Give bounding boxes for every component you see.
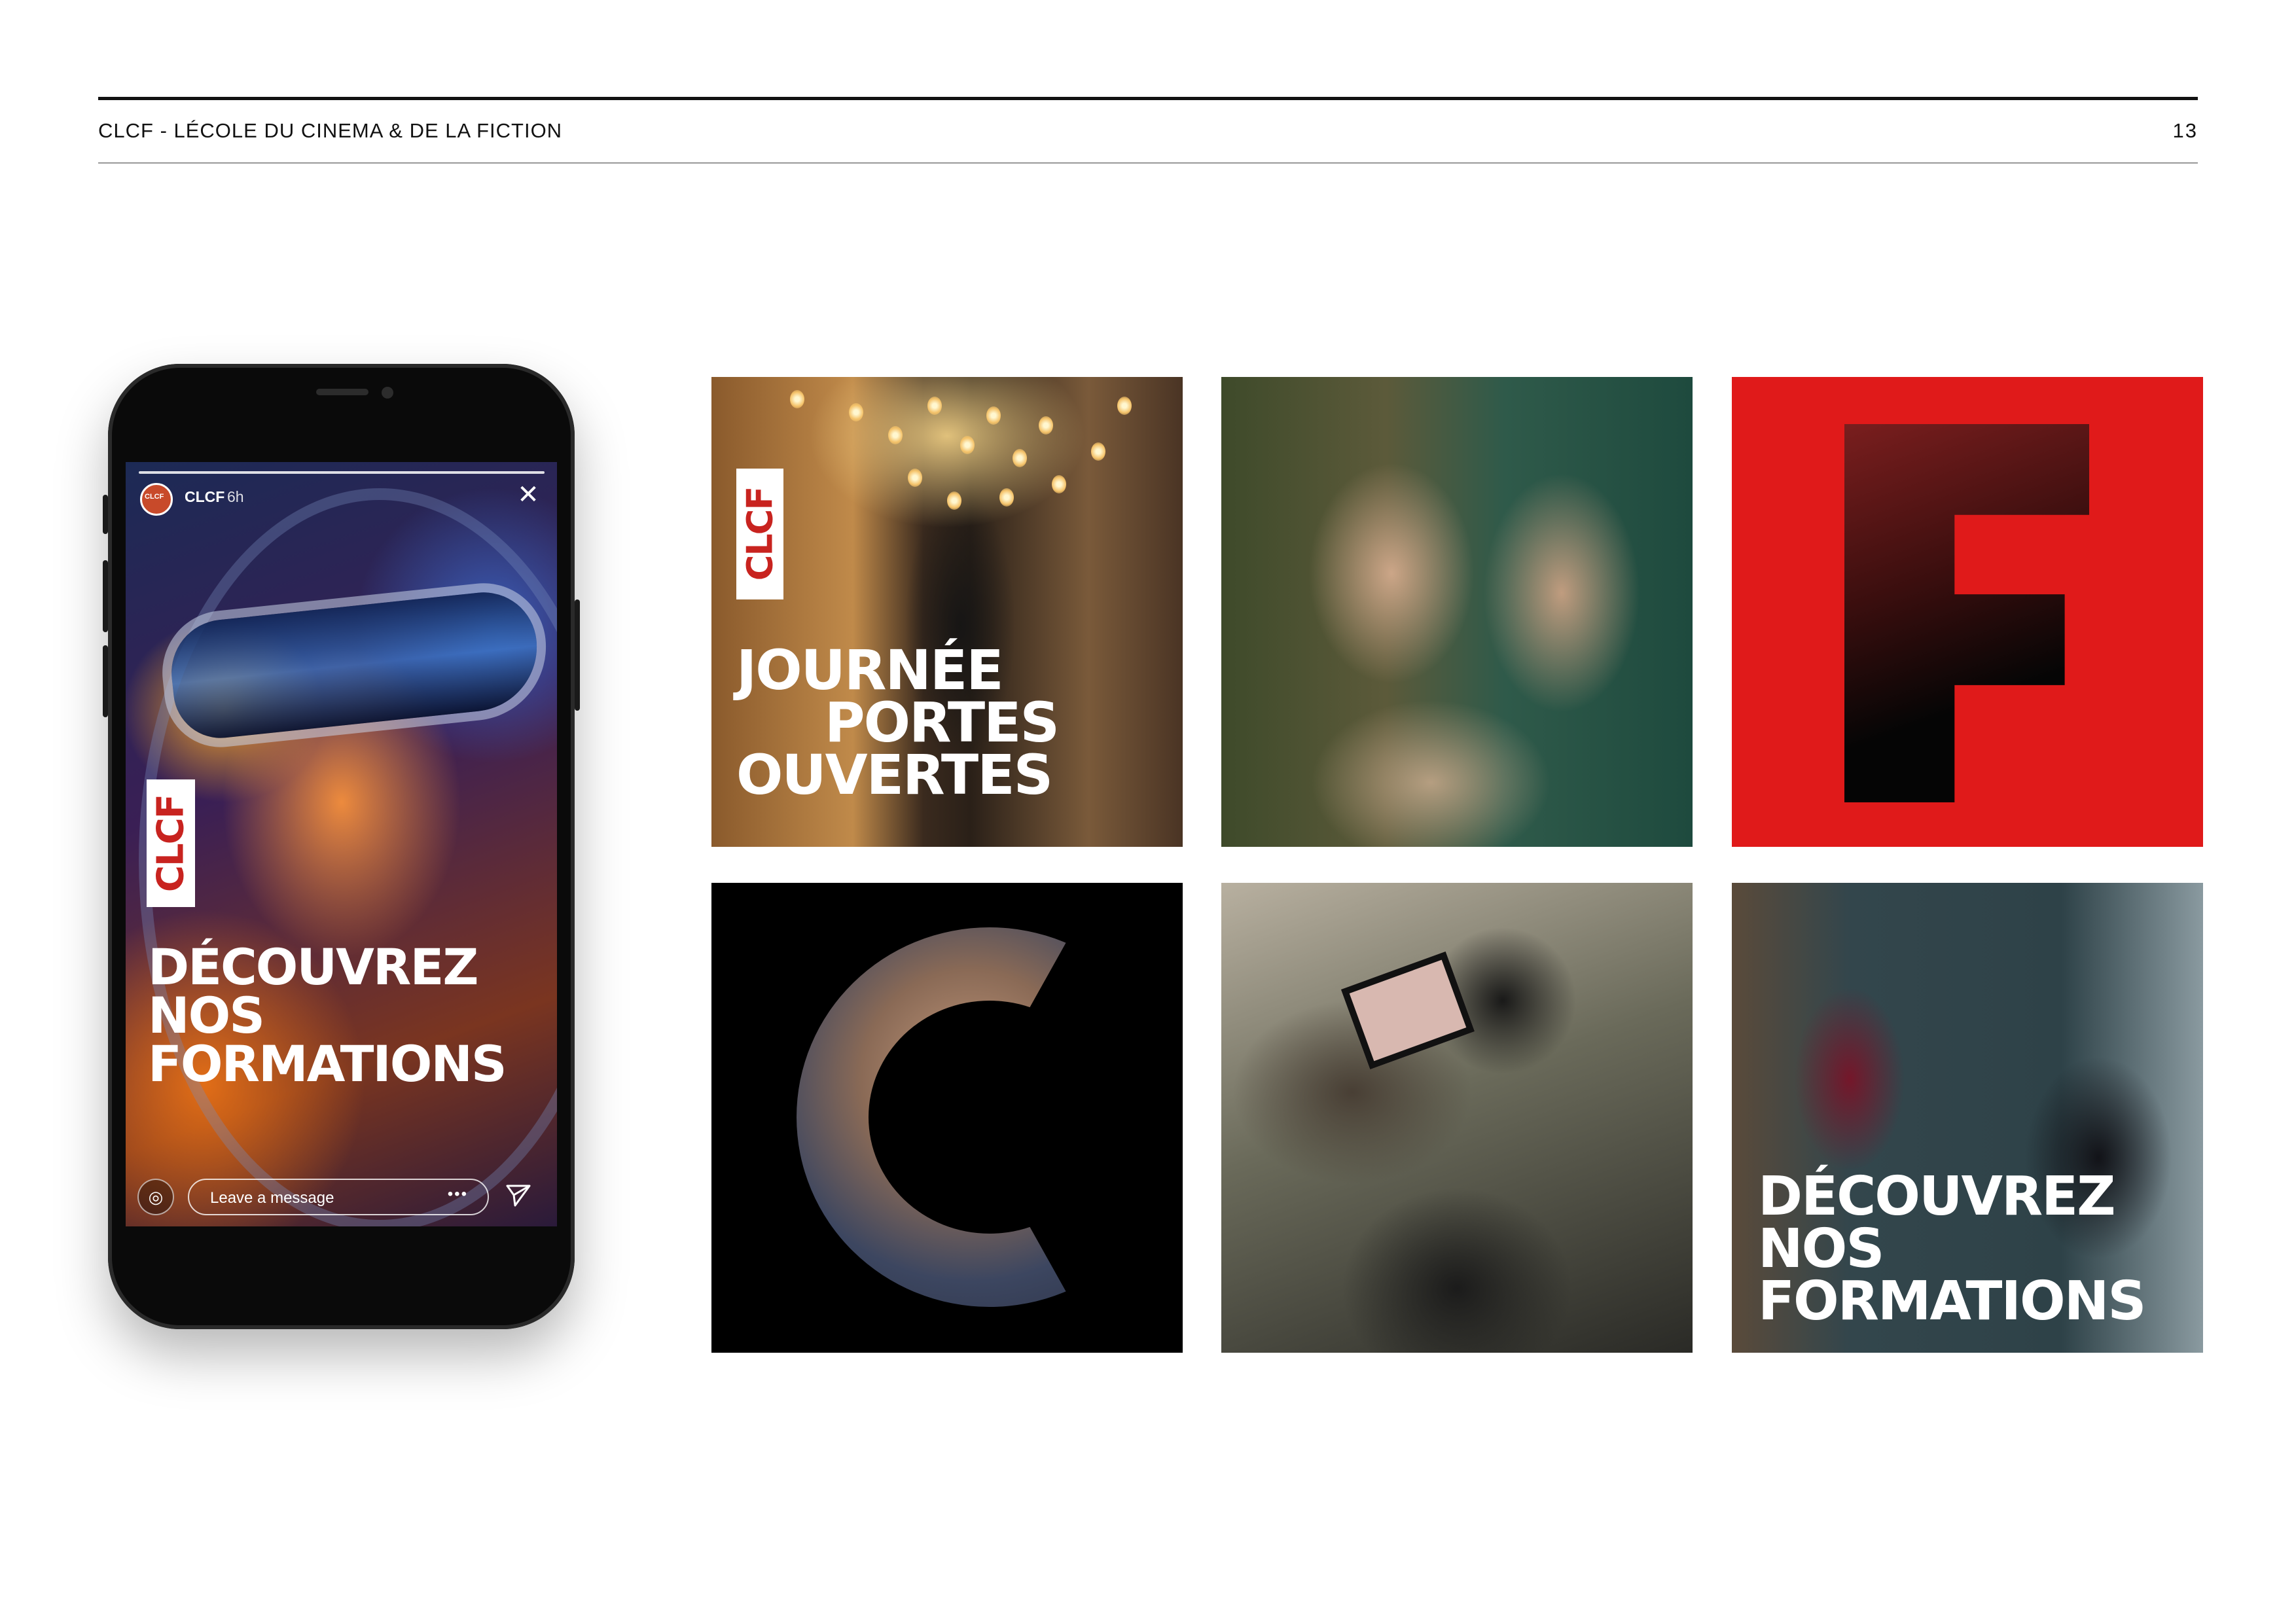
letter-c-counter <box>869 1001 1111 1234</box>
letter-c-opening <box>1075 974 1183 1262</box>
front-camera <box>382 387 393 399</box>
headline-line: JOURNÉE <box>736 638 1004 702</box>
instagram-story: CLCF CLCF 6h ✕ CLCF DÉCOUVREZ NOS FORMAT… <box>126 462 557 1226</box>
volume-down-button <box>103 645 108 717</box>
clcf-logo: CLCF <box>147 779 195 907</box>
power-button <box>575 599 580 711</box>
tile-photo-camera-operator <box>1221 883 1693 1353</box>
avatar-logo-text: CLCF <box>145 493 164 501</box>
headline-line: DÉCOUVREZ <box>1758 1166 2116 1228</box>
headline-line: PORTES <box>825 690 1060 755</box>
story-timestamp: 6h <box>227 488 244 505</box>
mute-switch <box>103 495 108 534</box>
story-headline: DÉCOUVREZ NOS FORMATIONS <box>148 938 507 1093</box>
more-icon[interactable]: ••• <box>448 1185 468 1204</box>
camera-icon[interactable]: ◎ <box>137 1179 174 1215</box>
header-top-rule <box>98 97 2198 100</box>
headline-line: NOS <box>148 986 265 1044</box>
tile-open-days: CLCF JOURNÉE PORTES OUVERTES <box>711 377 1183 847</box>
close-icon[interactable]: ✕ <box>515 482 541 508</box>
open-days-headline: JOURNÉE PORTES OUVERTES <box>736 638 1060 807</box>
headline-line: DÉCOUVREZ <box>148 938 478 996</box>
message-input[interactable]: Leave a message ••• <box>188 1179 489 1215</box>
story-username[interactable]: CLCF <box>185 488 224 506</box>
phone-mockup: CLCF CLCF 6h ✕ CLCF DÉCOUVREZ NOS FORMAT… <box>103 364 580 1329</box>
speaker-grille <box>316 389 368 395</box>
tile-photo-two-women <box>1221 377 1693 847</box>
headline-line: NOS <box>1758 1218 1884 1280</box>
send-icon[interactable] <box>505 1182 531 1215</box>
headline-line: OUVERTES <box>736 743 1053 807</box>
page-number: 13 <box>2172 119 2198 142</box>
headline-line: FORMATIONS <box>1758 1270 2146 1332</box>
header-bottom-rule <box>98 162 2198 164</box>
document-title: CLCF - LÉCOLE DU CINEMA & DE LA FICTION <box>98 119 563 142</box>
headline-line: FORMATIONS <box>148 1035 507 1093</box>
story-progress-bar <box>139 471 545 474</box>
tile-letter-c <box>711 883 1183 1353</box>
formations-headline: DÉCOUVREZ NOS FORMATIONS <box>1758 1166 2146 1332</box>
story-avatar[interactable]: CLCF <box>140 483 173 516</box>
camera-monitor <box>1340 951 1475 1070</box>
message-placeholder: Leave a message <box>210 1189 334 1207</box>
clcf-logo: CLCF <box>736 469 783 599</box>
letter-f-photo-mask <box>1844 424 2089 802</box>
tile-formations: DÉCOUVREZ NOS FORMATIONS <box>1732 883 2203 1353</box>
tile-letter-f <box>1732 377 2203 847</box>
volume-up-button <box>103 560 108 632</box>
